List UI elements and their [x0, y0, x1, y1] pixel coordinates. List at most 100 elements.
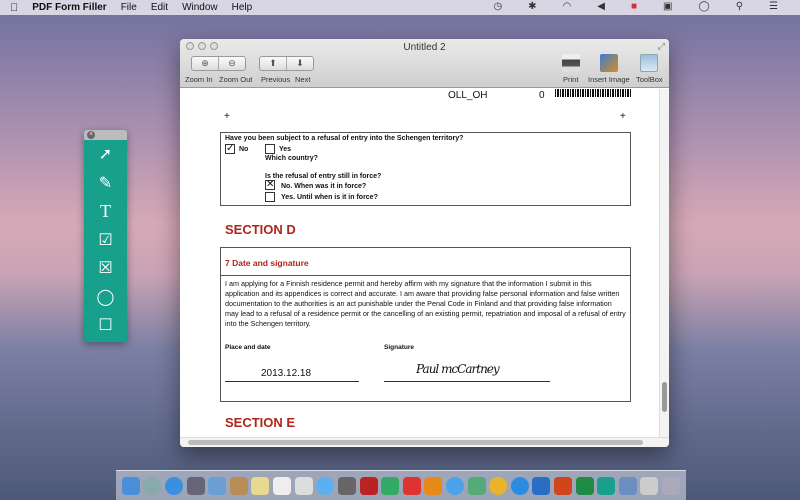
- dock: [116, 470, 686, 500]
- toolbox-icon[interactable]: [640, 54, 658, 72]
- finder-icon[interactable]: [121, 476, 140, 495]
- notification-center-icon[interactable]: ☰: [769, 1, 778, 12]
- time-machine-icon[interactable]: ◷: [493, 1, 502, 12]
- close-icon[interactable]: ×: [87, 131, 95, 139]
- reminders-icon[interactable]: [294, 476, 313, 495]
- print-label[interactable]: Print: [563, 75, 578, 84]
- insert-image-icon[interactable]: [600, 54, 618, 72]
- text-icon[interactable]: T: [84, 197, 127, 226]
- app-icon[interactable]: [186, 476, 205, 495]
- menu-help[interactable]: Help: [232, 2, 253, 13]
- question-refusal: Have you been subject to a refusal of en…: [225, 135, 464, 142]
- pdf-page: OLL_OH 0 + + Have you been subject to a …: [182, 89, 659, 437]
- window-title: Untitled 2: [403, 42, 446, 53]
- flag-icon[interactable]: ■: [631, 1, 637, 12]
- date-signature-box: 7 Date and signature I am applying for a…: [220, 247, 631, 402]
- pdf-form-filler-icon[interactable]: [597, 476, 616, 495]
- section-d-heading: SECTION D: [225, 222, 296, 237]
- print-icon[interactable]: [562, 54, 580, 72]
- app-icon[interactable]: [381, 476, 400, 495]
- place-date-label: Place and date: [225, 344, 271, 351]
- chrome-icon[interactable]: [489, 476, 508, 495]
- powerpoint-icon[interactable]: [553, 476, 572, 495]
- zoom-in-button[interactable]: ⊕: [192, 57, 218, 70]
- horizontal-scrollbar[interactable]: [180, 437, 669, 447]
- launchpad-icon[interactable]: [143, 476, 162, 495]
- spotlight-icon[interactable]: ⚲: [736, 1, 743, 12]
- insert-image-label[interactable]: Insert Image: [588, 75, 630, 84]
- crop-mark: +: [224, 111, 230, 122]
- toolbar: Untitled 2 ⤢ ⊕ ⊖ ⬆ ⬇ Zoom In Zoom Out Prev…: [180, 39, 669, 88]
- section-e-heading: SECTION E: [225, 415, 296, 430]
- yes-in-force-label: Yes. Until when is it in force?: [281, 194, 378, 201]
- tool-palette: × ➚ ✎ T ☑ ☒ ◯ ☐: [84, 130, 127, 342]
- fullscreen-icon[interactable]: ⤢: [658, 41, 665, 52]
- place-date-field[interactable]: 2013.12.18: [261, 368, 311, 379]
- yes-checkbox[interactable]: [265, 144, 275, 154]
- messages-icon[interactable]: [316, 476, 335, 495]
- vertical-scrollbar[interactable]: [659, 89, 669, 437]
- zoom-out-button[interactable]: ⊖: [218, 57, 245, 70]
- display-icon[interactable]: ▣: [663, 1, 672, 12]
- notes-icon[interactable]: [251, 476, 270, 495]
- calendar-icon[interactable]: [273, 476, 292, 495]
- square-icon[interactable]: ☐: [84, 311, 127, 340]
- zoom-segment: ⊕ ⊖: [191, 56, 246, 71]
- circle-icon[interactable]: ◯: [84, 283, 127, 312]
- previous-button[interactable]: ⬆: [260, 57, 286, 70]
- horizontal-scroll-thumb[interactable]: [188, 440, 643, 445]
- cross-box-icon[interactable]: ☒: [84, 254, 127, 283]
- no-in-force-label: No. When was it in force?: [281, 183, 367, 190]
- excel-icon[interactable]: [575, 476, 594, 495]
- menu-app-name[interactable]: PDF Form Filler: [32, 2, 106, 13]
- yes-in-force-checkbox[interactable]: [265, 192, 275, 202]
- yes-label: Yes: [279, 146, 292, 153]
- app-store-icon[interactable]: [510, 476, 529, 495]
- next-label: Next: [295, 75, 311, 84]
- select-add-icon[interactable]: ➚: [84, 140, 127, 169]
- pdf-icon[interactable]: [402, 476, 421, 495]
- top-fragment: OLL_OH: [448, 90, 488, 101]
- signature-label: Signature: [384, 344, 414, 351]
- wifi-icon[interactable]: ◠: [563, 1, 572, 12]
- safari-icon[interactable]: [165, 476, 184, 495]
- toolbox-label[interactable]: ToolBox: [636, 75, 663, 84]
- contacts-icon[interactable]: [229, 476, 248, 495]
- apple-menu-icon[interactable]: : [10, 2, 18, 14]
- app-icon[interactable]: [640, 476, 659, 495]
- question-in-force: Is the refusal of entry still in force?: [265, 173, 382, 180]
- app-icon[interactable]: [467, 476, 486, 495]
- divider: [221, 275, 630, 276]
- trash-icon[interactable]: [662, 476, 681, 495]
- photo-booth-icon[interactable]: [359, 476, 378, 495]
- downloads-icon[interactable]: [618, 476, 637, 495]
- next-button[interactable]: ⬇: [286, 57, 313, 70]
- declaration-text: I am applying for a Finnish residence pe…: [225, 279, 626, 328]
- pen-icon[interactable]: ✎: [84, 169, 127, 198]
- palette-header[interactable]: ×: [84, 130, 127, 140]
- ibooks-icon[interactable]: [424, 476, 443, 495]
- menu-bar:  PDF Form Filler File Edit Window Help …: [0, 0, 800, 15]
- preview-icon[interactable]: [208, 476, 227, 495]
- word-icon[interactable]: [532, 476, 551, 495]
- no-in-force-checkbox[interactable]: ✕: [265, 180, 275, 190]
- barcode: [555, 89, 631, 97]
- menu-edit[interactable]: Edit: [151, 2, 168, 13]
- volume-icon[interactable]: ◀: [597, 1, 605, 12]
- facetime-icon[interactable]: [337, 476, 356, 495]
- refusal-box: Have you been subject to a refusal of en…: [220, 132, 631, 206]
- signature-line: [384, 381, 550, 382]
- checkmark-box-icon[interactable]: ☑: [84, 226, 127, 255]
- zoom-in-label: Zoom In: [185, 75, 213, 84]
- itunes-icon[interactable]: [445, 476, 464, 495]
- which-country-label: Which country?: [265, 155, 318, 162]
- clock-icon[interactable]: ◯: [699, 1, 710, 12]
- menu-window[interactable]: Window: [182, 2, 218, 13]
- top-digit: 0: [539, 90, 545, 101]
- signature-field[interactable]: Paul mcCartney: [416, 362, 500, 376]
- bluetooth-icon[interactable]: ✱: [528, 1, 536, 12]
- vertical-scroll-thumb[interactable]: [662, 382, 667, 412]
- no-label: No: [239, 146, 249, 153]
- no-checkbox[interactable]: ✓: [225, 144, 235, 154]
- menu-file[interactable]: File: [121, 2, 137, 13]
